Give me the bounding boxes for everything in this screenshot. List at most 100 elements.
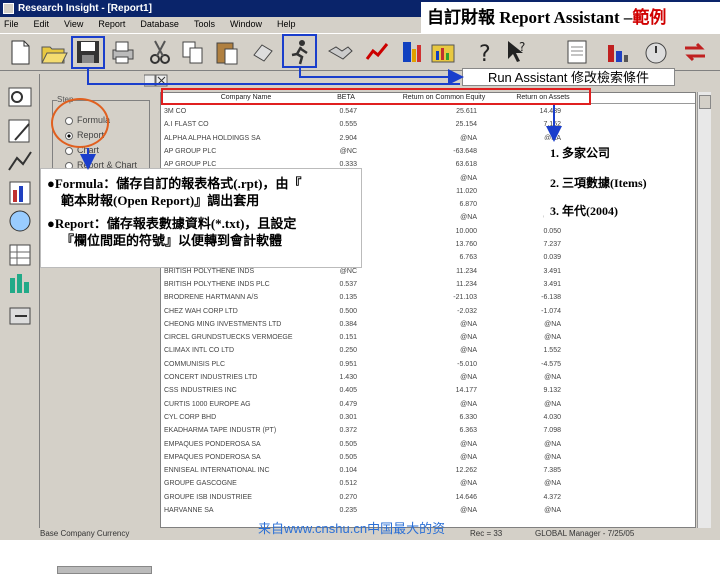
bar-chart-side-icon[interactable]: [5, 268, 35, 298]
app-icon: [3, 3, 14, 14]
cell-roa: -4.575: [541, 360, 561, 368]
toolbar: ? ?: [0, 33, 720, 71]
table-row[interactable]: HARVANNE SA 0.235 @NA @NA: [161, 506, 695, 515]
table-row[interactable]: CONCERT INDUSTRIES LTD 1.430 @NA @NA: [161, 373, 695, 382]
table-row[interactable]: EMPAQUES PONDEROSA SA 0.505 @NA @NA: [161, 453, 695, 462]
table-row[interactable]: CYL CORP BHD 0.301 6.330 4.030: [161, 413, 695, 422]
cell-company: BRITISH POLYTHENE INDS PLC: [164, 280, 270, 288]
book-icon[interactable]: [5, 178, 35, 208]
cell-roa: 3.491: [543, 267, 561, 275]
explanation-callout: ●Formula：儲存自訂的報表格式(.rpt)，由『 範本財報(Open Re…: [40, 168, 362, 268]
cell-company: 3M CO: [164, 108, 187, 115]
table-row[interactable]: CHEONG MING INVESTMENTS LTD 0.384 @NA @NA: [161, 320, 695, 329]
cell-roa: 1.552: [543, 347, 561, 355]
menu-database[interactable]: Database: [140, 19, 179, 29]
cell-roa: 4.030: [543, 413, 561, 421]
paste-icon[interactable]: [212, 37, 242, 67]
cell-beta: 2.904: [339, 134, 357, 142]
cell-company: CYL CORP BHD: [164, 413, 217, 421]
menu-tools[interactable]: Tools: [194, 19, 215, 29]
menu-edit[interactable]: Edit: [34, 19, 50, 29]
table-row[interactable]: 3M CO 0.547 25.611 14.439: [161, 107, 695, 116]
legend-item-3: 3. 年代(2004): [550, 204, 618, 218]
copy-icon[interactable]: [178, 37, 208, 67]
table-row[interactable]: EMPAQUES PONDEROSA SA 0.505 @NA @NA: [161, 440, 695, 449]
stopwatch-icon[interactable]: [641, 37, 671, 67]
table-row[interactable]: GROUPE ISB INDUSTRIEE 0.270 14.646 4.372: [161, 493, 695, 502]
cell-beta: 0.479: [339, 400, 357, 408]
table-row[interactable]: BRODRENE HARTMANN A/S 0.135 -21.103 -6.138: [161, 293, 695, 302]
cell-company: HARVANNE SA: [164, 507, 214, 514]
open-icon[interactable]: [39, 37, 69, 67]
cell-company: GROUPE GASCOGNE: [164, 480, 237, 488]
cell-beta: 1.430: [339, 374, 357, 381]
slide-title-accent: 範例: [632, 8, 667, 27]
cell-roa: 0.050: [543, 227, 561, 235]
table-row[interactable]: A.I FLAST CO 0.555 25.154 7.152: [161, 120, 695, 129]
cell-roa: @NA: [544, 440, 561, 448]
menu-view[interactable]: View: [64, 19, 83, 29]
folder-chart-icon[interactable]: [428, 37, 458, 67]
vertical-scrollbar[interactable]: [697, 92, 711, 528]
run-assistant-label: Run Assistant 修改檢索條件: [462, 68, 675, 86]
cell-beta: 0.104: [339, 467, 357, 475]
menu-window[interactable]: Window: [230, 19, 262, 29]
table-row[interactable]: BRITISH POLYTHENE INDS PLC 0.537 11.234 3.4…: [161, 280, 695, 289]
cell-beta: 0.547: [339, 108, 357, 115]
scroll-thumb[interactable]: [699, 95, 711, 109]
cell-beta: 0.505: [339, 453, 357, 461]
svg-text:?: ?: [479, 42, 491, 67]
pointer-help-icon[interactable]: ?: [502, 37, 532, 67]
cell-roa: @NA: [544, 453, 561, 461]
cell-beta: 0.235: [339, 507, 357, 514]
cell-roa: @NA: [544, 480, 561, 488]
cell-roe: @NA: [460, 347, 477, 355]
table-row[interactable]: CURTIS 1000 EUROPE AG 0.479 @NA @NA: [161, 400, 695, 409]
menu-file[interactable]: File: [4, 19, 19, 29]
table-row[interactable]: CSS INDUSTRIES INC 0.405 14.177 9.132: [161, 386, 695, 395]
table-row[interactable]: CIRCEL GRUNDSTUECKS VERMOEGE 0.151 @NA @NA: [161, 333, 695, 342]
panel-scrollbar[interactable]: [57, 566, 152, 574]
menu-report[interactable]: Report: [98, 19, 125, 29]
screen-icon[interactable]: [248, 37, 278, 67]
swap-icon[interactable]: [680, 37, 710, 67]
legend-box: 1. 多家公司 2. 三項數據(Items) 3. 年代(2004): [544, 140, 689, 224]
doc-icon[interactable]: [562, 37, 592, 67]
bar-chart-icon[interactable]: [603, 37, 633, 67]
print-icon[interactable]: [107, 37, 137, 67]
table-row[interactable]: EKADHARMA TAPE INDUSTR (PT) 0.372 6.363 7.0…: [161, 426, 695, 435]
table-row[interactable]: COMMUNISIS PLC 0.951 -5.010 -4.575: [161, 360, 695, 369]
table-row[interactable]: ENNISEAL INTERNATIONAL INC 0.104 12.262 7.3…: [161, 466, 695, 475]
edit-list-icon[interactable]: [5, 116, 35, 146]
cell-company: EMPAQUES PONDEROSA SA: [164, 453, 261, 461]
cell-roe: 13.760: [455, 241, 477, 248]
cell-roe: @NA: [460, 174, 477, 182]
table-row[interactable]: GROUPE GASCOGNE 0.512 @NA @NA: [161, 479, 695, 488]
new-icon[interactable]: [5, 37, 35, 67]
menu-help[interactable]: Help: [277, 19, 296, 29]
cell-roe: @NA: [460, 440, 477, 448]
help-icon[interactable]: ?: [470, 37, 500, 67]
callout-line-3: ●Report：儲存報表數據資料(*.txt)，且設定: [47, 216, 297, 231]
export-icon[interactable]: [5, 300, 35, 330]
cell-company: COMMUNISIS PLC: [164, 360, 226, 368]
cut-icon[interactable]: [145, 37, 175, 67]
cell-roa: 0.039: [543, 254, 561, 262]
cell-roa: 14.439: [539, 108, 561, 115]
cell-roe: -21.103: [453, 294, 477, 302]
status-currency: Base Company Currency: [40, 529, 130, 538]
chart-item-icon[interactable]: [5, 146, 35, 176]
runner-highlight: [282, 34, 317, 68]
table-row[interactable]: CHEZ WAH CORP LTD 0.500 -2.032 -1.074: [161, 307, 695, 316]
cell-roe: -2.032: [457, 307, 477, 315]
cell-company: GROUPE ISB INDUSTRIEE: [164, 493, 252, 501]
graph-icon[interactable]: [362, 37, 392, 67]
chart-book-icon[interactable]: [398, 37, 428, 67]
grid-icon[interactable]: [5, 240, 35, 270]
cell-roa: 4.372: [543, 493, 561, 501]
cell-roa: 7.237: [543, 241, 561, 248]
globe-icon[interactable]: [5, 206, 35, 236]
handshake-icon[interactable]: [325, 37, 355, 67]
query-icon[interactable]: [5, 82, 35, 112]
table-row[interactable]: CLIMAX INTL CO LTD 0.250 @NA 1.552: [161, 346, 695, 355]
